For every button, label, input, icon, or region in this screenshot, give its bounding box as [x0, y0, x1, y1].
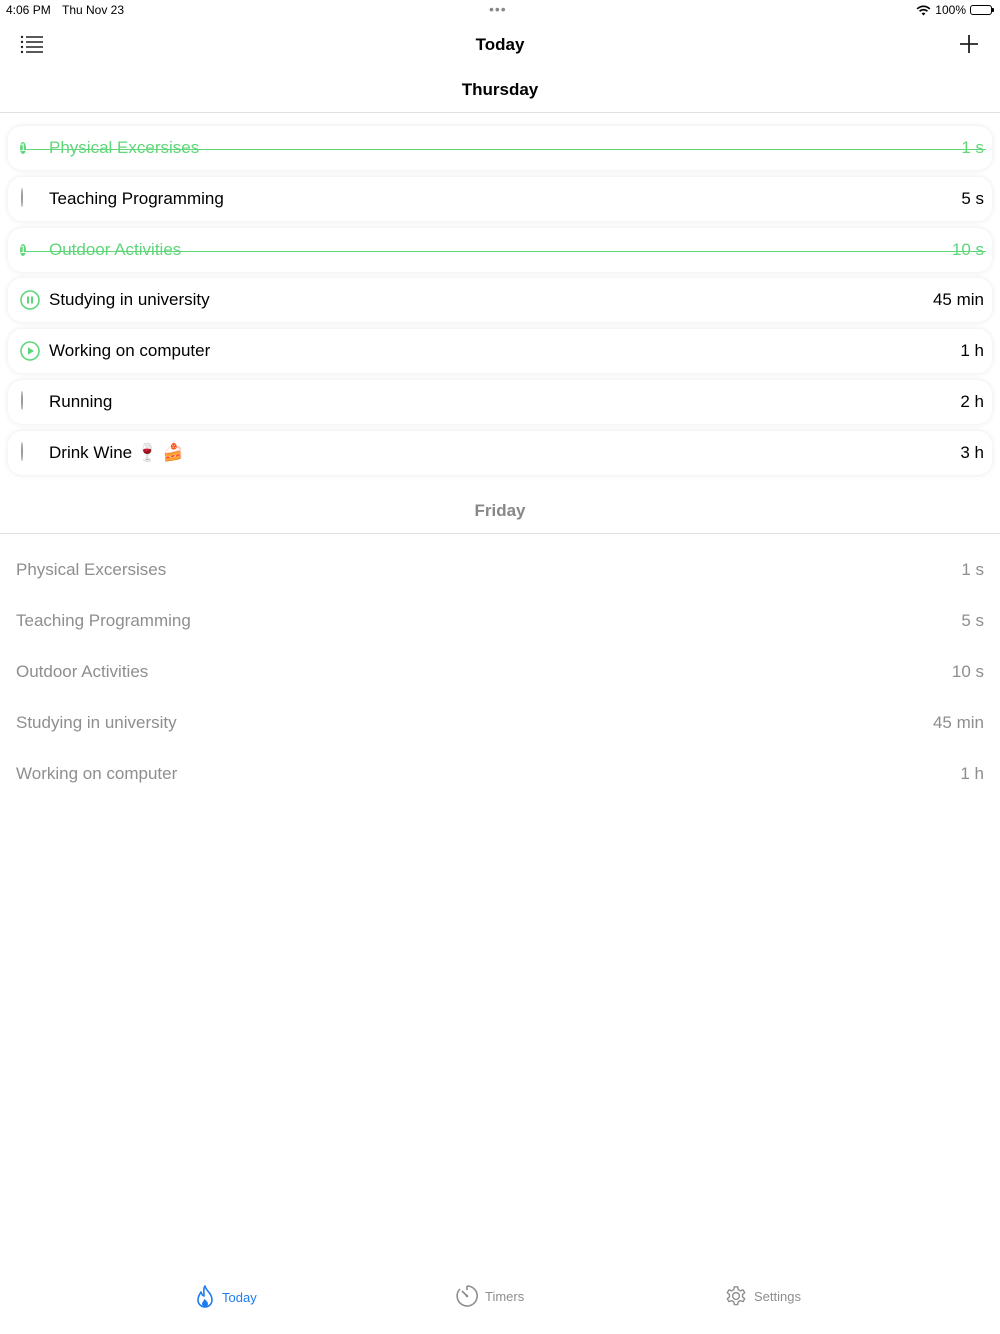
item-label: Working on computer	[16, 764, 178, 783]
tab-today[interactable]: Today	[194, 1284, 257, 1310]
list-item[interactable]: Drink Wine 🍷 🍰 3 h	[8, 430, 992, 475]
item-duration: 5 s	[961, 188, 984, 208]
item-label: Physical Excersises	[49, 138, 200, 157]
list-item[interactable]: Working on computer 1 h	[0, 749, 1000, 800]
list-item[interactable]: Outdoor Activities 10 s	[0, 647, 1000, 698]
section-header-thursday: Thursday	[0, 68, 1000, 113]
empty-circle-icon[interactable]	[20, 441, 40, 463]
gear-icon	[726, 1286, 746, 1306]
wifi-icon	[916, 5, 931, 15]
tab-label: Timers	[485, 1288, 525, 1304]
item-duration: 1 h	[960, 764, 984, 783]
tab-timers[interactable]: Timers	[455, 1284, 524, 1308]
item-label: Teaching Programming	[49, 188, 224, 208]
page-title: Today	[475, 35, 525, 54]
item-duration: 1 h	[960, 341, 984, 361]
multitasking-dots[interactable]: •••	[489, 1, 507, 17]
item-duration: 2 h	[960, 391, 984, 411]
item-duration: 45 min	[932, 290, 984, 310]
list-item[interactable]: Physical Excersises 1 s	[0, 545, 1000, 596]
flame-icon	[197, 1285, 213, 1308]
list-item[interactable]: 1 Outdoor Activities 10 s	[8, 227, 992, 272]
item-label: Physical Excersises	[16, 560, 167, 579]
pause-circle-icon[interactable]	[20, 290, 40, 311]
list-item[interactable]: Studying in university 45 min	[8, 278, 992, 323]
item-duration: 10 s	[951, 239, 984, 259]
item-label: Studying in university	[49, 290, 210, 310]
tomorrow-list: Physical Excersises 1 s Teaching Program…	[0, 545, 1000, 800]
item-duration: 5 s	[961, 611, 984, 630]
battery-percent: 100%	[935, 3, 966, 17]
status-indicators: 100%	[916, 3, 994, 17]
list-item[interactable]: Running 2 h	[8, 379, 992, 424]
status-bar: 4:06 PM Thu Nov 23 ••• 100%	[0, 0, 1000, 22]
tab-bar: Today Timers Settings	[0, 1274, 1000, 1334]
item-duration: 3 h	[960, 442, 984, 462]
item-label: Running	[49, 391, 113, 411]
completed-badge-icon[interactable]: 1	[20, 240, 40, 260]
tab-label: Settings	[754, 1288, 801, 1304]
item-duration: 1 s	[961, 138, 984, 157]
list-item[interactable]: Teaching Programming 5 s	[0, 596, 1000, 647]
item-duration: 1 s	[961, 560, 984, 579]
empty-circle-icon[interactable]	[20, 390, 40, 412]
battery-icon	[970, 5, 994, 15]
item-label: Outdoor Activities	[16, 662, 149, 681]
empty-circle-icon[interactable]	[20, 187, 40, 209]
item-label: Working on computer	[49, 341, 211, 361]
completed-badge-icon[interactable]: 1	[20, 138, 40, 158]
section-header-friday: Friday	[0, 489, 1000, 534]
plus-icon[interactable]	[958, 33, 980, 55]
status-time: 4:06 PM	[6, 3, 51, 17]
play-circle-icon[interactable]	[20, 341, 40, 361]
list-item[interactable]: Working on computer 1 h	[8, 329, 992, 374]
navigation-bar: Today	[0, 22, 1000, 66]
item-label: Studying in university	[16, 713, 177, 732]
today-list: 1 Physical Excersises 1 s Teaching Progr…	[8, 126, 992, 482]
timer-icon	[456, 1285, 478, 1307]
item-duration: 45 min	[932, 713, 984, 732]
item-label: Drink Wine 🍷 🍰	[49, 442, 184, 462]
status-date: Thu Nov 23	[62, 3, 125, 17]
item-duration: 10 s	[951, 662, 984, 681]
list-item[interactable]: Teaching Programming 5 s	[8, 176, 992, 221]
tab-settings[interactable]: Settings	[724, 1284, 801, 1308]
list-item[interactable]: Studying in university 45 min	[0, 698, 1000, 749]
list-item[interactable]: 1 Physical Excersises 1 s	[8, 126, 992, 170]
item-label: Teaching Programming	[16, 611, 191, 630]
tab-label: Today	[222, 1289, 257, 1305]
item-label: Outdoor Activities	[49, 239, 182, 259]
